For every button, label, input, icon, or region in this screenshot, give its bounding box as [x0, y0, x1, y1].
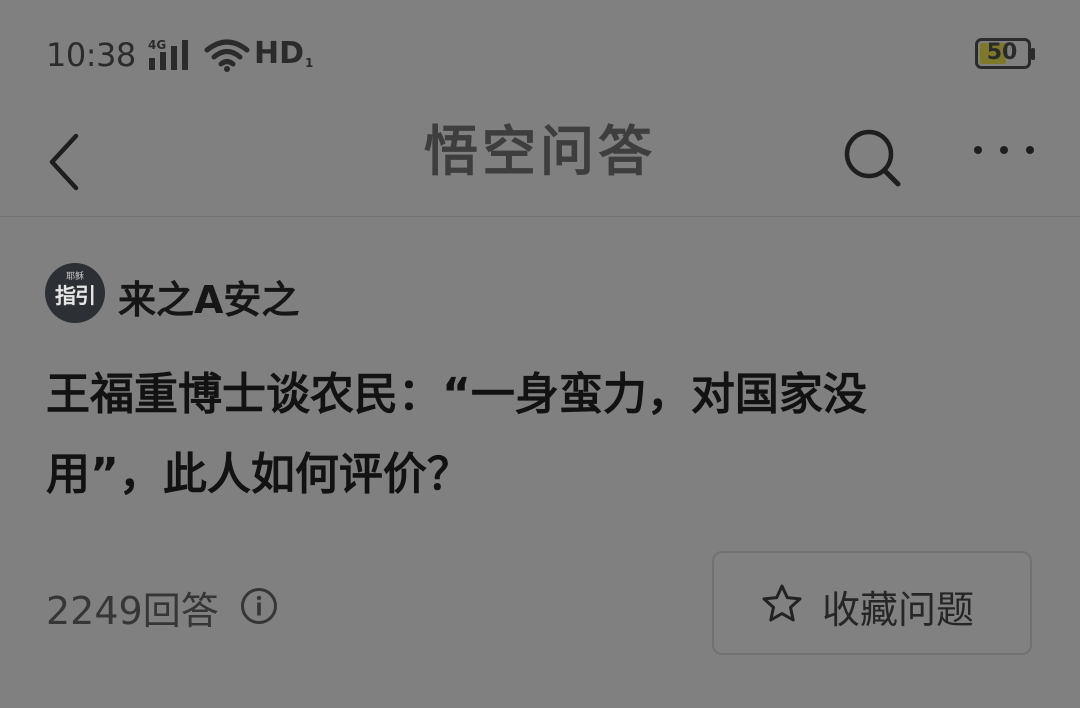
answer-count: 2249回答 [46, 589, 219, 633]
back-button[interactable] [30, 120, 100, 200]
status-time: 10:38 [46, 36, 136, 74]
author-name[interactable]: 来之A安之 [118, 269, 299, 324]
status-bar: 10:38 4G HD1 50 [0, 0, 1080, 108]
author-avatar[interactable]: 耶稣 指引 [45, 263, 105, 323]
top-nav-bar: 悟空问答 [0, 108, 1080, 217]
hd-label: HD [254, 36, 305, 71]
wifi-icon [204, 39, 250, 72]
more-options-button[interactable] [966, 122, 1042, 182]
signal-icon: 4G [148, 38, 188, 70]
info-icon[interactable] [240, 587, 278, 625]
network-type-label: 4G [148, 38, 166, 52]
chevron-left-icon [49, 133, 79, 191]
hd-sub-label: 1 [305, 56, 314, 70]
more-dots-icon [974, 146, 1034, 154]
favorite-question-button[interactable]: 收藏问题 [712, 551, 1032, 655]
battery-level: 50 [986, 40, 1018, 65]
star-icon [762, 584, 802, 622]
favorite-question-label: 收藏问题 [822, 588, 975, 632]
app-title: 悟空问答 [424, 120, 656, 183]
hd-indicator: HD1 [254, 36, 313, 71]
question-title: 王福重博士谈农民：“一身蛮力，对国家没用”，此人如何评价？ [46, 369, 867, 500]
search-icon [844, 129, 901, 187]
avatar-title: 指引 [55, 283, 96, 308]
search-button[interactable] [836, 116, 908, 196]
